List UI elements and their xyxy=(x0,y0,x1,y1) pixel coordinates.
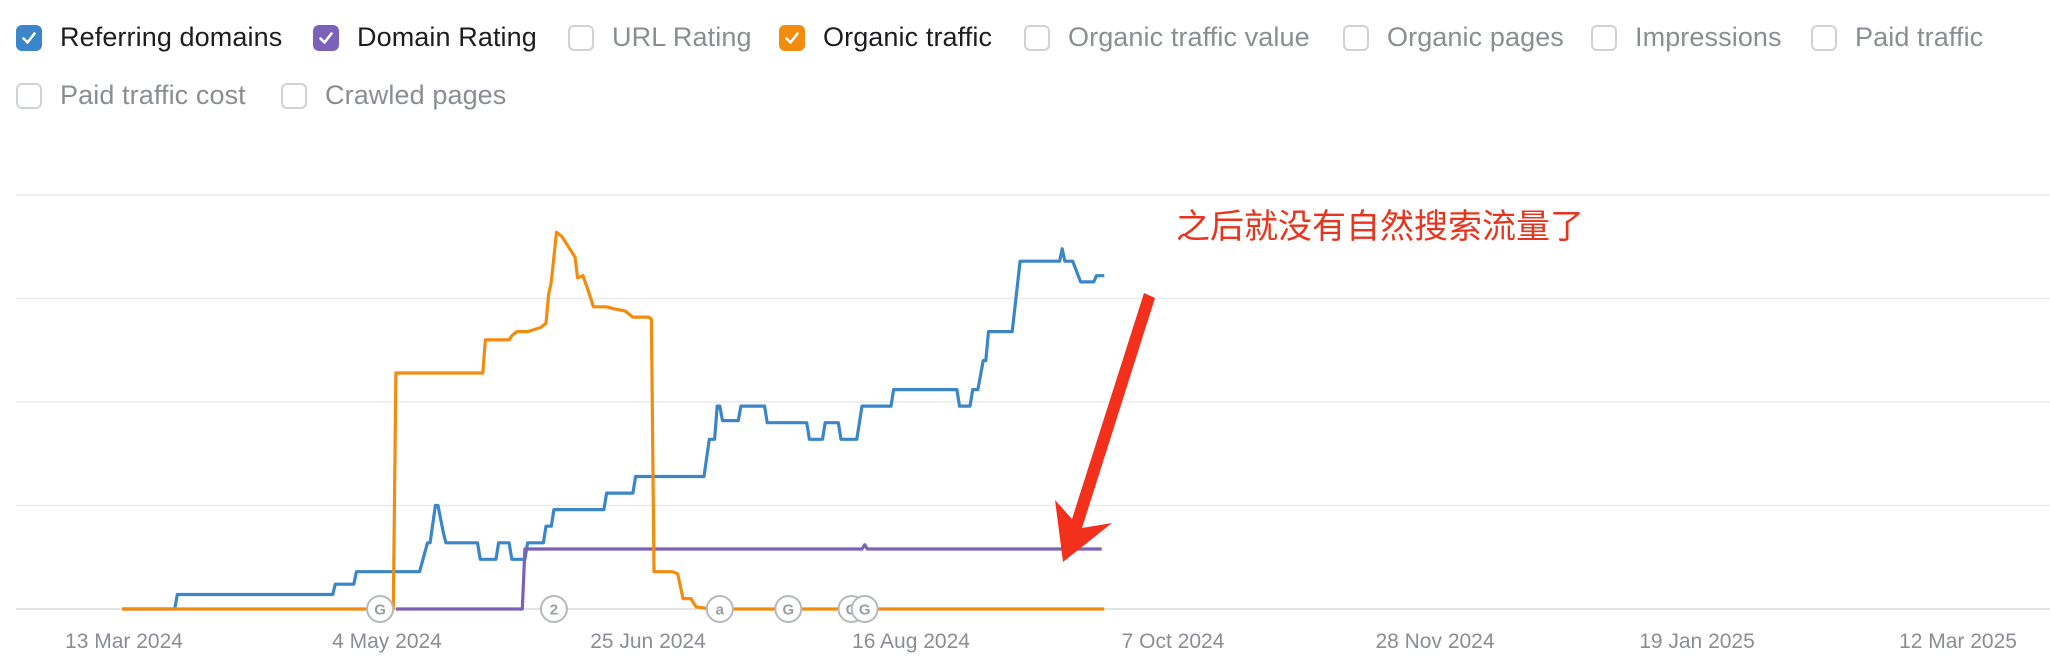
event-marker[interactable]: 2 xyxy=(539,595,568,623)
event-marker[interactable]: G xyxy=(366,595,395,623)
x-tick-label: 7 Oct 2024 xyxy=(1122,630,1225,653)
x-tick-label: 19 Jan 2025 xyxy=(1639,630,1755,653)
x-tick-label: 12 Mar 2025 xyxy=(1899,630,2017,653)
series-line-referring-domains xyxy=(122,247,1105,611)
x-tick-label: 25 Jun 2024 xyxy=(590,630,706,653)
line-chart: 13 Mar 2024 4 May 2024 25 Jun 2024 16 Aug 2… xyxy=(16,194,2050,653)
event-marker[interactable]: a xyxy=(705,595,734,623)
x-tick-label: 28 Nov 2024 xyxy=(1375,630,1494,653)
event-marker[interactable]: G xyxy=(774,595,803,623)
annotation-arrow xyxy=(1055,293,1155,562)
event-marker-label: G xyxy=(782,602,794,619)
series-line-domain-rating xyxy=(395,543,1102,611)
event-marker-label: G xyxy=(374,602,386,619)
annotation-text: 之后就没有自然搜索流量了 xyxy=(1176,207,1584,247)
event-marker[interactable]: G xyxy=(850,595,879,623)
x-tick-label: 16 Aug 2024 xyxy=(852,630,970,653)
event-marker-label: G xyxy=(859,602,871,619)
x-tick-label: 13 Mar 2024 xyxy=(65,630,183,653)
event-marker-label: 2 xyxy=(550,602,558,619)
series-line-organic-traffic xyxy=(122,230,1105,611)
x-tick-label: 4 May 2024 xyxy=(332,630,442,653)
event-marker-label: a xyxy=(716,602,725,619)
